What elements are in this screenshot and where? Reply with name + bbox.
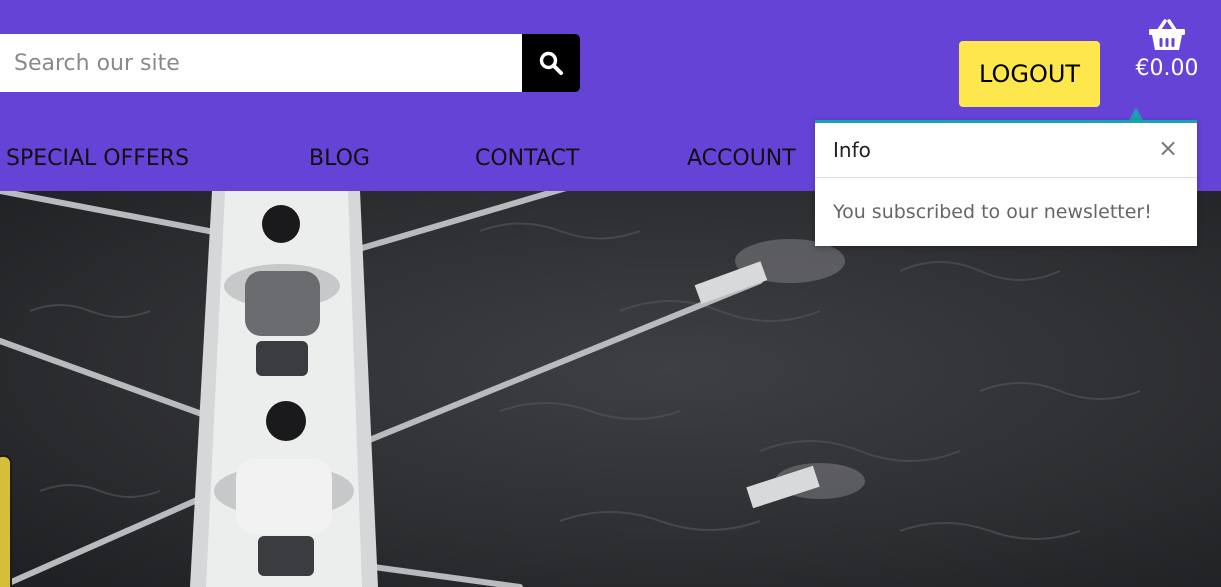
rowing-photo: [0, 191, 1221, 587]
cart-link[interactable]: €0.00: [1124, 18, 1210, 94]
search-button[interactable]: [522, 34, 580, 92]
cart-total: €0.00: [1135, 56, 1199, 81]
basket-icon: [1149, 19, 1185, 50]
toast-message: You subscribed to our newsletter!: [833, 201, 1152, 223]
info-toast: Info × You subscribed to our newsletter!: [815, 120, 1197, 246]
close-icon[interactable]: ×: [1157, 135, 1179, 161]
search-icon: [539, 51, 563, 75]
side-feedback-tab[interactable]: [0, 455, 12, 587]
search-form: [0, 34, 580, 92]
nav-item-account[interactable]: ACCOUNT: [687, 146, 796, 171]
toast-title: Info: [833, 138, 871, 162]
logout-button[interactable]: LOGOUT: [959, 41, 1100, 107]
nav-item-special-offers[interactable]: SPECIAL OFFERS: [6, 146, 189, 171]
search-input[interactable]: [0, 34, 522, 92]
toast-header: Info ×: [815, 123, 1197, 178]
toast-arrow: [1129, 108, 1143, 120]
hero-image: [0, 191, 1221, 587]
nav-item-contact[interactable]: CONTACT: [475, 146, 579, 171]
nav-item-blog[interactable]: BLOG: [309, 146, 370, 171]
